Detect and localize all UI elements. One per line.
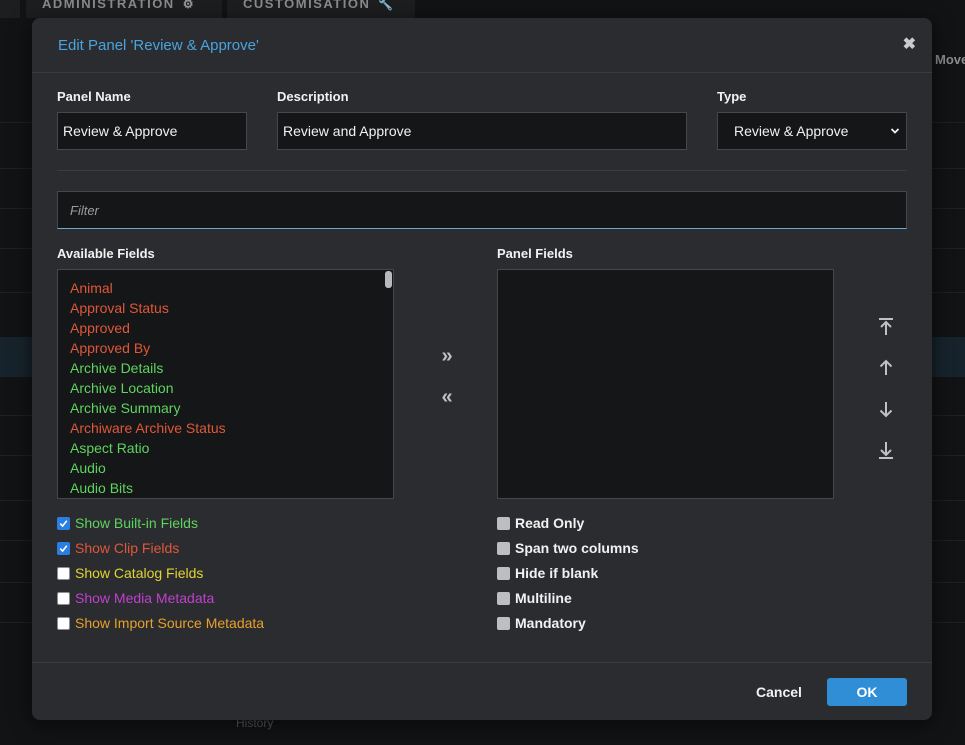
edit-panel-dialog: Edit Panel 'Review & Approve' ✖ Panel Na…: [32, 18, 932, 720]
form-divider: [57, 170, 907, 171]
filter-checkbox-label: Show Import Source Metadata: [75, 615, 265, 631]
wrench-icon: 🔧: [378, 0, 395, 11]
double-chevron-right-icon[interactable]: »: [434, 344, 460, 370]
field-option-label: Multiline: [515, 590, 572, 606]
description-input[interactable]: [277, 112, 687, 150]
list-item[interactable]: Archive Details: [58, 358, 393, 378]
panel-name-input[interactable]: [57, 112, 247, 150]
checkbox[interactable]: [57, 616, 70, 630]
checkbox[interactable]: [497, 566, 510, 580]
available-fields-label: Available Fields: [57, 246, 155, 261]
tab-customisation-label: CUSTOMISATION: [243, 0, 371, 11]
cancel-button[interactable]: Cancel: [756, 684, 802, 700]
field-option-label: Span two columns: [515, 540, 639, 556]
panel-name-label: Panel Name: [57, 89, 131, 104]
filter-checkbox-label: Show Clip Fields: [75, 540, 180, 556]
checkbox[interactable]: [57, 541, 70, 555]
filter-checkbox-row[interactable]: Show Clip Fields: [57, 539, 179, 557]
checkbox[interactable]: [497, 516, 510, 530]
move-bottom-icon[interactable]: [875, 439, 897, 461]
checkbox[interactable]: [497, 591, 510, 605]
list-item[interactable]: Archive Location: [58, 378, 393, 398]
available-fields-list[interactable]: Animal Approval Status Approved Approved By…: [57, 269, 394, 499]
field-option-row[interactable]: Hide if blank: [497, 564, 598, 582]
move-up-icon[interactable]: [875, 357, 897, 379]
field-option-row[interactable]: Multiline: [497, 589, 572, 607]
chevron-down-icon: [890, 113, 900, 164]
list-item[interactable]: Audio: [58, 458, 393, 478]
checkbox[interactable]: [497, 541, 510, 555]
list-item[interactable]: Approved: [58, 318, 393, 338]
field-option-row[interactable]: Read Only: [497, 514, 584, 532]
type-label: Type: [717, 89, 747, 104]
field-option-label: Hide if blank: [515, 565, 599, 581]
dialog-title: Edit Panel 'Review & Approve': [58, 37, 259, 54]
checkbox[interactable]: [57, 591, 70, 605]
filter-checkbox-label: Show Built-in Fields: [75, 515, 198, 531]
close-icon[interactable]: ✖: [903, 34, 916, 54]
list-item[interactable]: Archiware Archive Status: [58, 418, 393, 438]
checkbox[interactable]: [57, 566, 70, 580]
list-item[interactable]: Aspect Ratio: [58, 438, 393, 458]
list-item[interactable]: Audio Bits: [58, 478, 393, 498]
list-item[interactable]: Animal: [58, 278, 393, 298]
field-option-label: Mandatory: [515, 615, 586, 631]
ok-button[interactable]: OK: [827, 678, 907, 706]
field-option-label: Read Only: [515, 515, 585, 531]
dialog-header: Edit Panel 'Review & Approve' ✖: [32, 18, 932, 73]
double-chevron-left-icon[interactable]: «: [434, 385, 460, 411]
move-top-icon[interactable]: [875, 316, 897, 338]
background-tab-edge: [0, 0, 20, 18]
field-option-row[interactable]: Mandatory: [497, 614, 586, 632]
filter-checkbox-row[interactable]: Show Catalog Fields: [57, 564, 203, 582]
background-tab-bar: ADMINISTRATION ⚙ CUSTOMISATION 🔧: [0, 0, 965, 18]
filter-checkbox-row[interactable]: Show Media Metadata: [57, 589, 214, 607]
tab-customisation[interactable]: CUSTOMISATION 🔧: [227, 0, 415, 18]
scrollbar-thumb[interactable]: [385, 271, 392, 288]
description-label: Description: [277, 89, 349, 104]
filter-checkbox-row[interactable]: Show Built-in Fields: [57, 514, 198, 532]
background-column-header: Move: [935, 52, 965, 67]
panel-fields-label: Panel Fields: [497, 246, 573, 261]
tab-administration[interactable]: ADMINISTRATION ⚙: [26, 0, 222, 18]
list-item[interactable]: Approved By: [58, 338, 393, 358]
filter-checkbox-label: Show Media Metadata: [75, 590, 215, 606]
panel-fields-list[interactable]: [497, 269, 834, 499]
filter-checkbox-label: Show Catalog Fields: [75, 565, 204, 581]
filter-input[interactable]: [57, 191, 907, 229]
filter-checkbox-row[interactable]: Show Import Source Metadata: [57, 614, 264, 632]
footer-divider: [32, 662, 932, 663]
move-down-icon[interactable]: [875, 398, 897, 420]
list-item[interactable]: Archive Summary: [58, 398, 393, 418]
type-select[interactable]: Review & Approve: [717, 112, 907, 150]
type-select-value: Review & Approve: [734, 123, 849, 139]
tab-administration-label: ADMINISTRATION: [42, 0, 175, 11]
checkbox[interactable]: [497, 616, 510, 630]
available-fields-items: Animal Approval Status Approved Approved By…: [58, 278, 393, 498]
checkbox[interactable]: [57, 516, 70, 530]
scrollbar[interactable]: [383, 270, 393, 498]
field-option-row[interactable]: Span two columns: [497, 539, 639, 557]
list-item[interactable]: Approval Status: [58, 298, 393, 318]
settings-icon: ⚙: [182, 0, 195, 11]
